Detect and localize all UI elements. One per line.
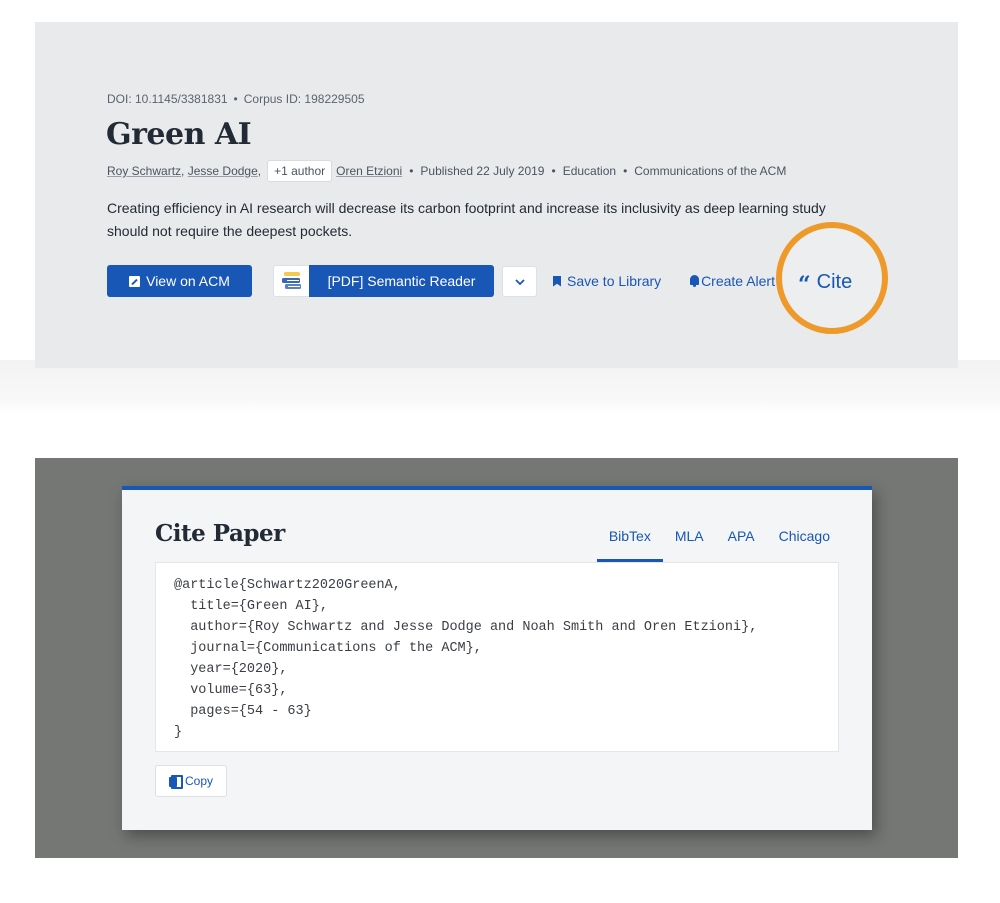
paper-title: Green AI <box>106 117 252 152</box>
copy-label: Copy <box>184 774 213 788</box>
chevron-down-icon <box>514 278 525 285</box>
venue: Communications of the ACM <box>634 164 787 178</box>
view-on-acm-label: View on ACM <box>146 273 230 289</box>
paper-tldr: Creating efficiency in AI research will … <box>107 200 826 239</box>
citation-format-tabs: BibTex MLA APA Chicago <box>596 522 842 562</box>
bookmark-icon <box>553 275 561 287</box>
code-line: title={Green AI}, <box>174 599 328 614</box>
citation-text-box[interactable]: @article{Schwartz2020GreenA, title={Gree… <box>155 562 839 752</box>
author-separator: , <box>257 164 262 178</box>
separator-dot: • <box>233 92 238 106</box>
create-alert-button[interactable]: Create Alert <box>689 273 775 289</box>
semantic-reader-button[interactable]: [PDF] Semantic Reader <box>309 265 494 297</box>
cite-button[interactable]: “ Cite <box>798 268 853 298</box>
separator-dot: • <box>623 164 628 178</box>
code-line: @article{Schwartz2020GreenA, <box>174 578 401 593</box>
corpus-id-text: Corpus ID: 198229505 <box>243 92 365 106</box>
author-link[interactable]: Oren Etzioni <box>336 164 402 178</box>
published-date: Published 22 July 2019 <box>420 164 545 178</box>
code-line: author={Roy Schwartz and Jesse Dodge and… <box>174 620 758 635</box>
code-line: volume={63}, <box>174 683 288 698</box>
separator-dot: • <box>551 164 556 178</box>
copy-icon <box>168 775 183 789</box>
more-authors-button[interactable]: +1 author <box>267 160 333 182</box>
tab-bibtex[interactable]: BibTex <box>596 522 663 562</box>
modal-title: Cite Paper <box>155 520 285 547</box>
author-separator: , <box>181 164 185 178</box>
code-line: pages={54 - 63} <box>174 704 312 719</box>
code-line: } <box>174 725 183 740</box>
paper-identifiers: DOI: 10.1145/3381831 • Corpus ID: 19822950… <box>107 92 365 106</box>
reader-options-dropdown[interactable] <box>502 266 537 297</box>
cite-label: Cite <box>816 270 853 293</box>
create-alert-label: Create Alert <box>701 273 775 289</box>
field-of-study: Education <box>562 164 617 178</box>
tab-apa[interactable]: APA <box>716 522 767 558</box>
author-line: Roy Schwartz, Jesse Dodge, +1 author Ore… <box>107 160 786 182</box>
tab-mla[interactable]: MLA <box>663 522 716 558</box>
panel-divider-shadow <box>0 360 1000 415</box>
quote-icon: “ <box>798 272 811 298</box>
cite-paper-modal: Cite Paper BibTex MLA APA Chicago @artic… <box>122 486 872 830</box>
copy-button[interactable]: Copy <box>155 765 227 797</box>
save-to-library-label: Save to Library <box>567 273 662 289</box>
semantic-reader-icon-box[interactable] <box>273 265 309 297</box>
external-link-icon <box>129 275 141 287</box>
code-line: journal={Communications of the ACM}, <box>174 641 482 656</box>
semantic-reader-button-group: [PDF] Semantic Reader <box>273 265 494 297</box>
save-to-library-button[interactable]: Save to Library <box>553 273 661 289</box>
separator-dot: • <box>409 164 414 178</box>
author-link[interactable]: Jesse Dodge <box>188 164 258 178</box>
view-on-acm-button[interactable]: View on ACM <box>107 265 252 297</box>
modal-overlay: Cite Paper BibTex MLA APA Chicago @artic… <box>35 458 958 858</box>
author-link[interactable]: Roy Schwartz <box>107 164 181 178</box>
doi-text: DOI: 10.1145/3381831 <box>107 92 228 106</box>
bell-icon <box>689 275 700 287</box>
books-stack-icon <box>281 272 301 289</box>
code-line: year={2020}, <box>174 662 288 677</box>
tab-chicago[interactable]: Chicago <box>767 522 842 558</box>
paper-header-panel: DOI: 10.1145/3381831 • Corpus ID: 19822950… <box>35 22 958 368</box>
